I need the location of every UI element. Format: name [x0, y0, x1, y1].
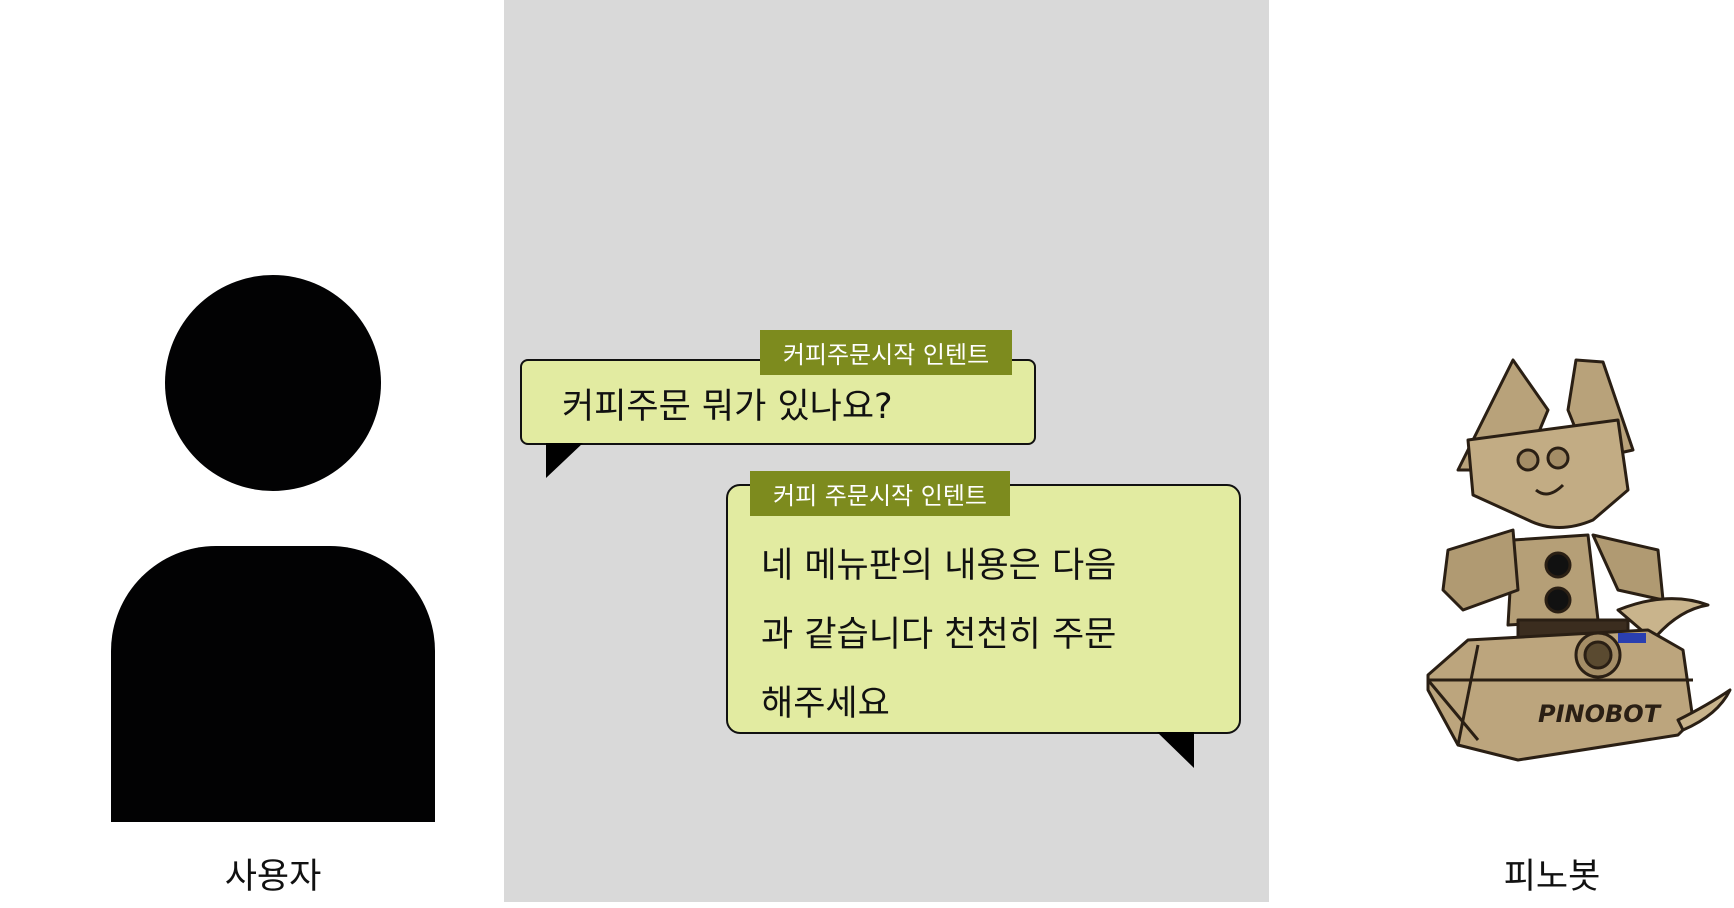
user-utterance: 커피주문 뭐가 있나요?	[562, 387, 893, 427]
intent-tag: 커피 주문시작 인텐트	[750, 471, 1010, 516]
intent-tag: 커피주문시작 인텐트	[760, 330, 1012, 375]
user-head-icon	[165, 275, 381, 491]
robot-response-line: 과 같습니다 천천히 주문	[761, 615, 1117, 655]
user-label: 사용자	[224, 857, 322, 897]
robot-label: 피노봇	[1503, 857, 1601, 897]
robot-response-line: 네 메뉴판의 내용은 다음	[761, 546, 1117, 586]
robot-response-line: 해주세요	[761, 684, 890, 724]
pinobot-robot-image: PINOBOT	[1426, 358, 1732, 762]
user-body-icon	[111, 546, 435, 822]
pinobot-logo-text: PINOBOT	[1538, 700, 1662, 728]
bubble-tail-right	[1157, 732, 1194, 768]
conversation-panel	[504, 0, 1269, 902]
